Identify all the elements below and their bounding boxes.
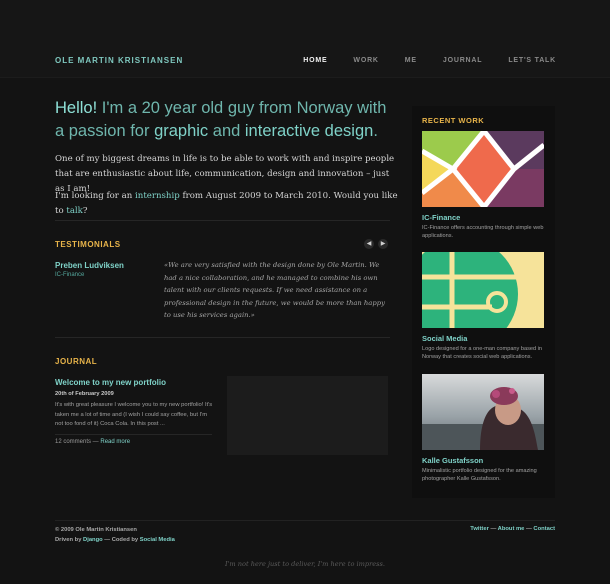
internship-text-end: ? — [82, 206, 88, 216]
internship-link[interactable]: internship — [135, 191, 180, 201]
testimonial-quote: «We are very satisfied with the design d… — [164, 261, 385, 320]
testimonial-pager: ◀ ▶ — [364, 239, 388, 249]
comments-count[interactable]: 12 comments — [55, 439, 91, 445]
twitter-link[interactable]: Twitter — [470, 526, 489, 532]
testimonial-author: Preben Ludviksen — [55, 261, 124, 270]
work-desc: Minimalistic portfolio designed for the … — [422, 468, 537, 483]
divider — [55, 337, 390, 338]
intro-graphic: graphic — [154, 122, 209, 140]
driven-text: Driven by — [55, 536, 84, 543]
credits-line: Driven by Django — Coded by Social Media — [55, 536, 175, 546]
journal-post-title[interactable]: Welcome to my new portfolio — [55, 378, 166, 387]
testimonial-company[interactable]: IC-Finance — [55, 272, 84, 278]
footer-tagline: I'm not here just to deliver, I'm here t… — [224, 560, 386, 568]
footer-links: Twitter — About me — Contact — [470, 526, 555, 532]
nav-work[interactable]: WORK — [353, 57, 378, 64]
recent-work-title: RECENT WORK — [422, 116, 485, 125]
social-media-link[interactable]: Social Media — [140, 537, 175, 543]
nav-journal[interactable]: JOURNAL — [443, 57, 482, 64]
work-name[interactable]: IC-Finance — [422, 213, 544, 222]
recent-work-sidebar: RECENT WORK IC-Finance IC-Finance offers… — [412, 106, 555, 498]
coded-text: — Coded by — [102, 536, 140, 543]
internship-text-a: I'm looking for an — [55, 191, 136, 201]
divider — [55, 220, 390, 221]
prev-arrow-icon[interactable]: ◀ — [364, 239, 374, 249]
work-item: Kalle Gustafsson Minimalistic portfolio … — [422, 374, 544, 484]
ic-finance-thumbnail[interactable] — [422, 131, 544, 207]
work-desc: IC-Finance offers accounting through sim… — [422, 225, 544, 240]
site-brand[interactable]: OLE MARTIN KRISTIANSEN — [55, 56, 183, 65]
intro-and: and — [208, 122, 245, 140]
work-desc: Logo designed for a one-man company base… — [422, 346, 543, 361]
intro-interactive: interactive design — [244, 122, 374, 140]
intro-end: . — [373, 122, 378, 140]
journal-post-excerpt: It's with great pleasure I welcome you t… — [55, 402, 213, 427]
talk-link[interactable]: talk — [66, 206, 83, 216]
kalle-gustafsson-thumbnail[interactable] — [422, 374, 544, 450]
main-nav: HOME WORK ME JOURNAL LET'S TALK — [303, 57, 556, 64]
work-name[interactable]: Social Media — [422, 334, 544, 343]
journal-post-meta: 12 comments — Read more — [55, 439, 130, 445]
work-name[interactable]: Kalle Gustafsson — [422, 456, 544, 465]
meta-separator: — — [91, 439, 101, 445]
journal-title: JOURNAL — [55, 357, 98, 366]
footer-credits: © 2009 Ole Martin Kristiansen Driven by … — [55, 526, 175, 545]
copyright: © 2009 Ole Martin Kristiansen — [55, 527, 137, 533]
about-me-link[interactable]: About me — [498, 526, 525, 532]
next-arrow-icon[interactable]: ▶ — [378, 239, 388, 249]
work-item: IC-Finance IC-Finance offers accounting … — [422, 131, 544, 241]
internship-paragraph: I'm looking for an internship from Augus… — [55, 189, 400, 219]
footer-divider — [55, 520, 555, 521]
journal-post-date: 20th of February 2009 — [55, 391, 114, 397]
django-link[interactable]: Django — [83, 537, 103, 543]
intro-hello: Hello! — [55, 99, 98, 117]
intro-headline: Hello! I'm a 20 year old guy from Norway… — [55, 97, 395, 143]
nav-home[interactable]: HOME — [303, 57, 327, 64]
read-more-link[interactable]: Read more — [100, 439, 130, 445]
header-bar: OLE MARTIN KRISTIANSEN HOME WORK ME JOUR… — [0, 0, 610, 78]
divider — [55, 434, 212, 435]
testimonials-title: TESTIMONIALS — [55, 240, 121, 249]
social-media-thumbnail[interactable] — [422, 252, 544, 328]
nav-me[interactable]: ME — [405, 57, 417, 64]
work-item: Social Media Logo designed for a one-man… — [422, 252, 544, 362]
link-separator: — — [488, 526, 498, 532]
journal-post-image — [227, 376, 388, 455]
contact-link[interactable]: Contact — [533, 526, 555, 532]
nav-lets-talk[interactable]: LET'S TALK — [508, 57, 556, 64]
